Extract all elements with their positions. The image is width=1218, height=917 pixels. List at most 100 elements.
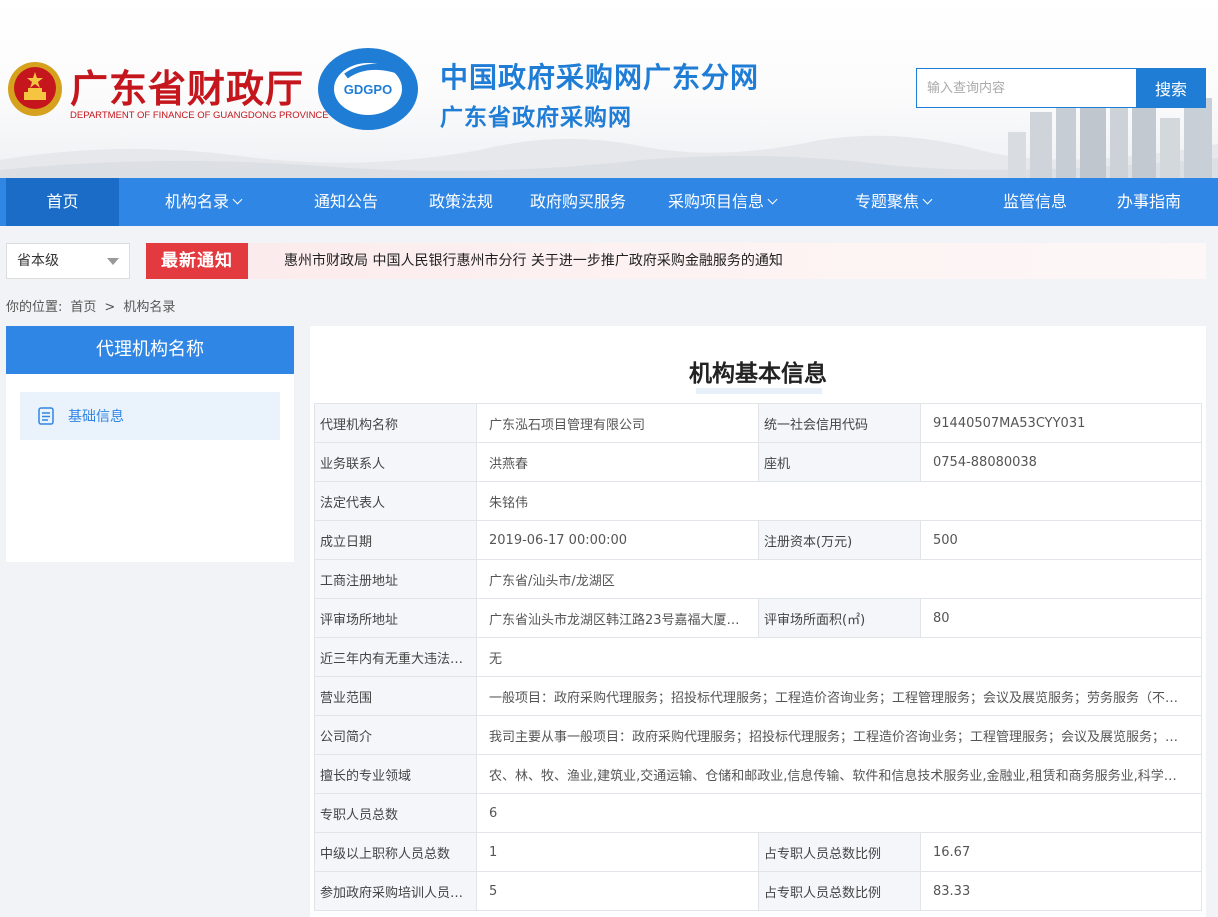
breadcrumb-separator: > bbox=[104, 300, 116, 315]
nav-item-guide[interactable]: 办事指南 bbox=[1104, 178, 1194, 226]
site-header: 广东省财政厅 DEPARTMENT OF FINANCE OF GUANGDON… bbox=[0, 0, 1218, 178]
breadcrumb-prefix: 你的位置: bbox=[6, 300, 63, 315]
field-value: 2019-06-17 00:00:00 bbox=[476, 520, 759, 560]
nav-item-procurement-projects[interactable]: 采购项目信息 bbox=[656, 178, 788, 226]
table-row: 近三年内有无重大违法记录 无 bbox=[314, 637, 1202, 677]
field-value: 广东泓石项目管理有限公司 bbox=[476, 403, 759, 443]
nav-item-notices[interactable]: 通知公告 bbox=[296, 178, 396, 226]
table-row: 评审场所地址 广东省汕头市龙湖区韩江路23号嘉福大厦B区... 评审场所面积(㎡… bbox=[314, 598, 1202, 638]
nav-item-policies[interactable]: 政策法规 bbox=[414, 178, 508, 226]
latest-notice-badge: 最新通知 bbox=[146, 243, 248, 279]
field-value: 广东省/汕头市/龙湖区 bbox=[476, 559, 1202, 599]
logo-text: GDGPO bbox=[344, 82, 392, 97]
field-value: 16.67 bbox=[920, 832, 1202, 872]
field-label: 座机 bbox=[758, 442, 921, 482]
table-row: 专职人员总数 6 bbox=[314, 793, 1202, 833]
field-value: 80 bbox=[920, 598, 1202, 638]
breadcrumb-home[interactable]: 首页 bbox=[70, 300, 96, 315]
field-value: 5 bbox=[476, 871, 759, 911]
field-label: 工商注册地址 bbox=[314, 559, 477, 599]
gdgpo-logo: GDGPO bbox=[318, 48, 418, 130]
chevron-down-icon bbox=[922, 194, 933, 205]
search-input[interactable] bbox=[916, 68, 1136, 108]
field-label: 占专职人员总数比例 bbox=[758, 871, 921, 911]
document-icon bbox=[38, 407, 54, 425]
main-navigation: 首页 机构名录 通知公告 政策法规 政府购买服务 采购项目信息 专题聚焦 监管信… bbox=[0, 178, 1218, 226]
national-emblem-icon bbox=[8, 62, 62, 116]
department-subtitle: DEPARTMENT OF FINANCE OF GUANGDONG PROVI… bbox=[70, 110, 329, 121]
field-label: 近三年内有无重大违法记录 bbox=[314, 637, 477, 677]
field-value: 朱铭伟 bbox=[476, 481, 1202, 521]
table-row: 法定代表人 朱铭伟 bbox=[314, 481, 1202, 521]
field-value: 0754-88080038 bbox=[920, 442, 1202, 482]
nav-item-home[interactable]: 首页 bbox=[6, 178, 119, 226]
breadcrumb: 你的位置: 首页 > 机构名录 bbox=[6, 296, 183, 315]
table-row: 工商注册地址 广东省/汕头市/龙湖区 bbox=[314, 559, 1202, 599]
field-label: 法定代表人 bbox=[314, 481, 477, 521]
table-row: 擅长的专业领域 农、林、牧、渔业,建筑业,交通运输、仓储和邮政业,信息传输、软件… bbox=[314, 754, 1202, 794]
field-label: 参加政府采购培训人员总数 bbox=[314, 871, 477, 911]
field-label: 营业范围 bbox=[314, 676, 477, 716]
nav-label: 政府购买服务 bbox=[529, 192, 626, 211]
field-value: 无 bbox=[476, 637, 1202, 677]
level-select-value: 省本级 bbox=[17, 253, 59, 269]
table-row: 公司简介 我司主要从事一般项目：政府采购代理服务；招投标代理服务；工程造价咨询业… bbox=[314, 715, 1202, 755]
field-label: 擅长的专业领域 bbox=[314, 754, 477, 794]
table-row: 中级以上职称人员总数 1 占专职人员总数比例 16.67 bbox=[314, 832, 1202, 872]
nav-item-agency-directory[interactable]: 机构名录 bbox=[148, 178, 258, 226]
table-row: 代理机构名称 广东泓石项目管理有限公司 统一社会信用代码 91440507MA5… bbox=[314, 403, 1202, 443]
field-label: 统一社会信用代码 bbox=[758, 403, 921, 443]
field-value: 91440507MA53CYY031 bbox=[920, 403, 1202, 443]
field-value: 农、林、牧、渔业,建筑业,交通运输、仓储和邮政业,信息传输、软件和信息技术服务业… bbox=[476, 754, 1202, 794]
caret-down-icon bbox=[107, 258, 119, 265]
level-select[interactable]: 省本级 bbox=[6, 243, 130, 279]
department-title: 广东省财政厅 bbox=[70, 66, 305, 111]
nav-item-supervision[interactable]: 监管信息 bbox=[990, 178, 1080, 226]
field-value: 83.33 bbox=[920, 871, 1202, 911]
field-value: 广东省汕头市龙湖区韩江路23号嘉福大厦B区... bbox=[476, 598, 759, 638]
title-highlight bbox=[696, 388, 822, 394]
chevron-down-icon bbox=[232, 194, 243, 205]
search-button[interactable]: 搜索 bbox=[1136, 68, 1206, 108]
field-value: 洪燕春 bbox=[476, 442, 759, 482]
table-row: 成立日期 2019-06-17 00:00:00 注册资本(万元) 500 bbox=[314, 520, 1202, 560]
page-title: 机构基本信息 bbox=[689, 361, 827, 387]
field-label: 公司简介 bbox=[314, 715, 477, 755]
field-label: 代理机构名称 bbox=[314, 403, 477, 443]
chevron-down-icon bbox=[767, 194, 778, 205]
sidebar-item-basic-info[interactable]: 基础信息 bbox=[20, 392, 280, 440]
nav-item-special-focus[interactable]: 专题聚焦 bbox=[838, 178, 948, 226]
field-value: 我司主要从事一般项目：政府采购代理服务；招投标代理服务；工程造价咨询业务；工程管… bbox=[476, 715, 1202, 755]
nav-label: 办事指南 bbox=[1116, 192, 1181, 211]
field-label: 占专职人员总数比例 bbox=[758, 832, 921, 872]
nav-item-gov-services[interactable]: 政府购买服务 bbox=[520, 178, 636, 226]
nav-label: 专题聚焦 bbox=[854, 192, 919, 211]
field-value: 500 bbox=[920, 520, 1202, 560]
latest-notice-link[interactable]: 惠州市财政局 中国人民银行惠州市分行 关于进一步推广政府采购金融服务的通知 bbox=[284, 243, 783, 279]
table-row: 营业范围 一般项目：政府采购代理服务；招投标代理服务；工程造价咨询业务；工程管理… bbox=[314, 676, 1202, 716]
field-label: 评审场所面积(㎡) bbox=[758, 598, 921, 638]
field-label: 注册资本(万元) bbox=[758, 520, 921, 560]
site-title-main: 中国政府采购网广东分网 bbox=[440, 61, 760, 94]
field-label: 业务联系人 bbox=[314, 442, 477, 482]
nav-label: 机构名录 bbox=[164, 192, 229, 211]
nav-label: 采购项目信息 bbox=[667, 192, 764, 211]
main-panel: 机构基本信息 代理机构名称 广东泓石项目管理有限公司 统一社会信用代码 9144… bbox=[310, 326, 1206, 917]
field-label: 中级以上职称人员总数 bbox=[314, 832, 477, 872]
nav-label: 监管信息 bbox=[1002, 192, 1067, 211]
sidebar-title: 代理机构名称 bbox=[6, 326, 294, 374]
field-label: 专职人员总数 bbox=[314, 793, 477, 833]
site-title-sub: 广东省政府采购网 bbox=[440, 105, 632, 131]
table-row: 参加政府采购培训人员总数 5 占专职人员总数比例 83.33 bbox=[314, 871, 1202, 911]
field-value: 一般项目：政府采购代理服务；招投标代理服务；工程造价咨询业务；工程管理服务；会议… bbox=[476, 676, 1202, 716]
breadcrumb-current[interactable]: 机构名录 bbox=[123, 300, 175, 315]
field-value: 6 bbox=[476, 793, 1202, 833]
sidebar: 代理机构名称 基础信息 bbox=[6, 326, 294, 562]
nav-label: 政策法规 bbox=[428, 192, 493, 211]
field-label: 评审场所地址 bbox=[314, 598, 477, 638]
field-value: 1 bbox=[476, 832, 759, 872]
field-label: 成立日期 bbox=[314, 520, 477, 560]
nav-label: 首页 bbox=[46, 192, 79, 211]
table-row: 业务联系人 洪燕春 座机 0754-88080038 bbox=[314, 442, 1202, 482]
nav-label: 通知公告 bbox=[313, 192, 378, 211]
